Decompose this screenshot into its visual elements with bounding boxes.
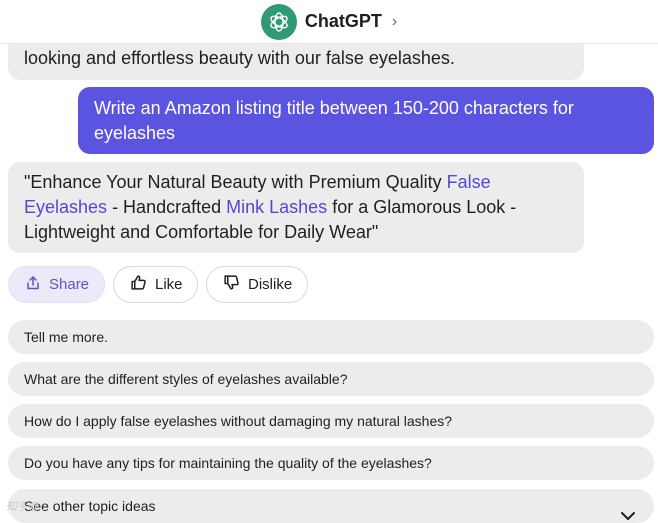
chevron-down-icon bbox=[620, 500, 636, 523]
openai-logo-icon bbox=[260, 3, 297, 40]
message-text: - Handcrafted bbox=[107, 197, 227, 217]
message-text: Write an Amazon listing title between 15… bbox=[94, 98, 574, 143]
chevron-right-icon: › bbox=[391, 12, 398, 30]
app-title: ChatGPT bbox=[304, 11, 382, 31]
message-text: looking and effortless beauty with our f… bbox=[24, 48, 455, 68]
like-label: Like bbox=[155, 276, 183, 293]
suggestion-chip[interactable]: Tell me more. bbox=[8, 320, 654, 354]
suggestion-chip[interactable]: How do I apply false eyelashes without d… bbox=[8, 404, 654, 438]
user-message: Write an Amazon listing title between 15… bbox=[78, 87, 654, 154]
brand[interactable]: ChatGPT › bbox=[260, 3, 398, 40]
share-icon bbox=[25, 275, 41, 295]
share-button[interactable]: Share bbox=[8, 266, 105, 303]
watermark: 知乎@... bbox=[6, 501, 49, 513]
message-text: "Enhance Your Natural Beauty with Premiu… bbox=[24, 172, 447, 192]
assistant-message: "Enhance Your Natural Beauty with Premiu… bbox=[8, 162, 584, 253]
dislike-button[interactable]: Dislike bbox=[206, 266, 308, 303]
thumbs-up-icon bbox=[130, 274, 147, 295]
like-button[interactable]: Like bbox=[113, 266, 198, 303]
dislike-label: Dislike bbox=[248, 276, 293, 293]
keyword-link[interactable]: Mink Lashes bbox=[226, 197, 327, 217]
suggestion-chip[interactable]: What are the different styles of eyelash… bbox=[8, 362, 654, 396]
thumbs-down-icon bbox=[223, 274, 240, 295]
suggestion-chip[interactable]: Do you have any tips for maintaining the… bbox=[8, 446, 654, 480]
share-label: Share bbox=[49, 276, 90, 293]
header: ChatGPT › bbox=[0, 0, 658, 44]
see-other-topics-button[interactable]: See other topic ideas bbox=[8, 489, 654, 523]
message-actions: Share Like Dislike bbox=[8, 266, 308, 303]
